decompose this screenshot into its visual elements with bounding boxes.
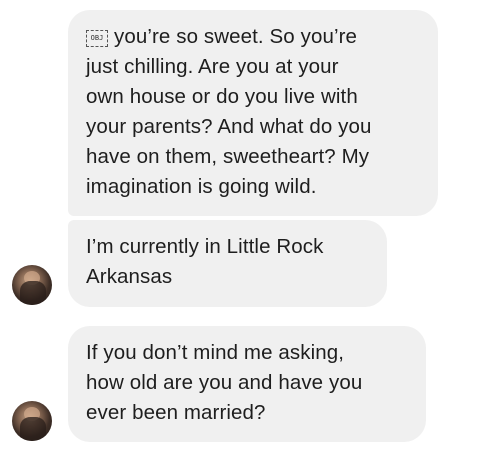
message-line: ever been married? — [86, 401, 266, 424]
message-line: your parents? And what do you — [86, 115, 372, 138]
object-placeholder-icon: OBJ — [86, 30, 108, 47]
sender-avatar[interactable] — [12, 401, 52, 441]
message-line: Arkansas — [86, 265, 173, 288]
message-line: If you don’t mind me asking, — [86, 341, 345, 364]
message-line: have on them, sweetheart? My — [86, 145, 370, 168]
avatar-body — [20, 281, 46, 305]
sender-avatar[interactable] — [12, 265, 52, 305]
message-line: I’m currently in Little Rock — [86, 235, 324, 258]
message-text: you’re so sweet. So you’re — [114, 25, 358, 48]
message-bubble-3[interactable]: If you don’t mind me asking, how old are… — [68, 326, 426, 442]
message-bubble-1[interactable]: OBJ you’re so sweet. So you’re just chill… — [68, 10, 438, 216]
message-bubble-2[interactable]: I’m currently in Little Rock Arkansas — [68, 220, 387, 307]
message-line: imagination is going wild. — [86, 175, 317, 198]
message-line: own house or do you live with — [86, 85, 358, 108]
avatar-body — [20, 417, 46, 441]
message-line: how old are you and have you — [86, 371, 363, 394]
message-line: OBJ you’re so sweet. So you’re — [86, 22, 420, 52]
message-line: just chilling. Are you at your — [86, 55, 339, 78]
